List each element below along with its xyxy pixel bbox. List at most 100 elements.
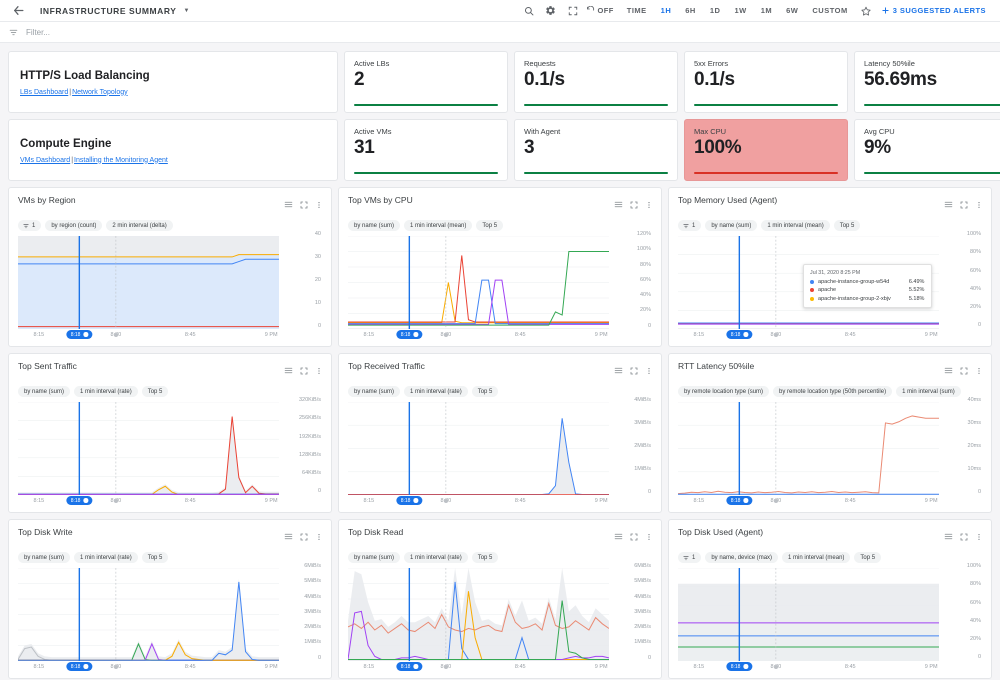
aggregation-chip[interactable]: Top 5 — [854, 552, 882, 563]
time-cursor-handle[interactable] — [743, 332, 748, 337]
legend-list-icon[interactable] — [614, 528, 623, 546]
time-cursor-handle[interactable] — [83, 498, 88, 503]
plot-canvas[interactable] — [18, 236, 279, 329]
plot-area[interactable]: 4MiB/s3MiB/s2MiB/s1MiB/s08:158:308:459 P… — [348, 397, 653, 508]
legend-list-icon[interactable] — [284, 362, 293, 380]
aggregation-chip[interactable]: 1 min interval (mean) — [782, 552, 851, 563]
legend-list-icon[interactable] — [944, 528, 953, 546]
aggregation-chip[interactable]: Top 5 — [141, 386, 169, 397]
plot-area[interactable]: 100%80%60%40%20%08:158:308:459 PM8:18Jul… — [678, 231, 983, 342]
time-cursor-pill[interactable]: 8:18 — [66, 330, 92, 339]
plot-canvas[interactable] — [348, 402, 609, 495]
aggregation-chip[interactable]: 1 min interval (rate) — [74, 386, 138, 397]
aggregation-chip[interactable]: by name (sum) — [18, 552, 71, 563]
plot-canvas[interactable] — [18, 402, 279, 495]
time-cursor-pill[interactable]: 8:18 — [66, 662, 92, 671]
expand-icon[interactable] — [960, 196, 968, 214]
more-vert-icon[interactable] — [975, 196, 983, 214]
plot-canvas[interactable] — [678, 402, 939, 495]
event-marker-dot[interactable] — [443, 499, 448, 503]
aggregation-chip[interactable]: by name, device (max) — [705, 552, 779, 563]
aggregation-chip[interactable]: by name (sum) — [348, 552, 401, 563]
event-marker-dot[interactable] — [443, 333, 448, 337]
expand-icon[interactable] — [960, 362, 968, 380]
scorecard-with-agent[interactable]: With Agent 3 — [514, 119, 678, 181]
more-vert-icon[interactable] — [315, 196, 323, 214]
scorecard-max-cpu[interactable]: Max CPU 100% — [684, 119, 848, 181]
event-marker-dot[interactable] — [113, 333, 118, 337]
plot-area[interactable]: 100%80%60%40%20%08:158:308:459 PM8:18 — [678, 563, 983, 674]
plot-area[interactable]: 40ms30ms20ms10ms08:158:308:459 PM8:18 — [678, 397, 983, 508]
time-cursor-handle[interactable] — [413, 498, 418, 503]
scorecard-active-vms[interactable]: Active VMs 31 — [344, 119, 508, 181]
aggregation-chip[interactable]: Top 5 — [471, 552, 499, 563]
legend-list-icon[interactable] — [284, 196, 293, 214]
plot-area[interactable]: 320KiB/s 256KiB/s 192KiB/s 128KiB/s 64KiB/s 0… — [18, 397, 323, 508]
back-arrow-icon[interactable] — [8, 1, 28, 21]
aggregation-chip[interactable]: by name (sum) — [18, 386, 71, 397]
time-cursor-pill[interactable]: 8:18 — [396, 662, 422, 671]
expand-icon[interactable] — [630, 528, 638, 546]
legend-list-icon[interactable] — [944, 362, 953, 380]
range-1h[interactable]: 1H — [654, 6, 679, 15]
aggregation-chip[interactable]: 1 min interval (rate) — [404, 386, 468, 397]
chevron-down-icon[interactable]: ▼ — [183, 8, 189, 14]
time-cursor-handle[interactable] — [743, 664, 748, 669]
aggregation-chip[interactable]: Top 5 — [833, 220, 861, 231]
gear-icon[interactable] — [540, 1, 562, 21]
aggregation-chip[interactable]: by name (sum) — [348, 220, 401, 231]
aggregation-chip[interactable]: by remote location type (50th percentile… — [773, 386, 893, 397]
expand-icon[interactable] — [300, 528, 308, 546]
event-marker-dot[interactable] — [773, 665, 778, 669]
expand-icon[interactable] — [300, 362, 308, 380]
suggested-alerts-button[interactable]: 3 SUGGESTED ALERTS — [877, 6, 990, 15]
aggregation-chip[interactable]: 1 min interval (rate) — [404, 552, 468, 563]
time-cursor-handle[interactable] — [413, 332, 418, 337]
expand-icon[interactable] — [630, 362, 638, 380]
range-custom[interactable]: CUSTOM — [805, 6, 854, 15]
legend-list-icon[interactable] — [944, 196, 953, 214]
range-6h[interactable]: 6H — [678, 6, 703, 15]
time-cursor-handle[interactable] — [743, 498, 748, 503]
filter-chip[interactable]: 1 — [678, 220, 702, 231]
time-cursor-handle[interactable] — [83, 664, 88, 669]
search-icon[interactable] — [518, 1, 540, 21]
time-cursor-handle[interactable] — [83, 332, 88, 337]
range-1d[interactable]: 1D — [703, 6, 728, 15]
more-vert-icon[interactable] — [315, 362, 323, 380]
aggregation-chip[interactable]: by region (count) — [45, 220, 103, 231]
more-vert-icon[interactable] — [645, 362, 653, 380]
aggregation-chip[interactable]: Top 5 — [141, 552, 169, 563]
expand-icon[interactable] — [960, 528, 968, 546]
star-icon[interactable] — [855, 1, 877, 21]
aggregation-chip[interactable]: 1 min interval (rate) — [74, 552, 138, 563]
link-lbs-dashboard[interactable]: LBs Dashboard — [20, 89, 68, 96]
event-marker-dot[interactable] — [113, 499, 118, 503]
time-cursor-pill[interactable]: 8:18 — [396, 330, 422, 339]
more-vert-icon[interactable] — [645, 196, 653, 214]
filter-chip[interactable]: 1 — [678, 552, 702, 563]
filter-input[interactable]: Filter... — [26, 28, 50, 37]
plot-canvas[interactable] — [678, 568, 939, 661]
plot-canvas[interactable] — [18, 568, 279, 661]
more-vert-icon[interactable] — [645, 528, 653, 546]
event-marker-dot[interactable] — [113, 665, 118, 669]
aggregation-chip[interactable]: 1 min interval (mean) — [761, 220, 830, 231]
aggregation-chip[interactable]: by remote location type (sum) — [678, 386, 770, 397]
legend-list-icon[interactable] — [614, 196, 623, 214]
legend-list-icon[interactable] — [284, 528, 293, 546]
time-cursor-handle[interactable] — [413, 664, 418, 669]
more-vert-icon[interactable] — [975, 362, 983, 380]
event-marker-dot[interactable] — [443, 665, 448, 669]
aggregation-chip[interactable]: Top 5 — [471, 386, 499, 397]
scorecard-requests[interactable]: Requests 0.1/s — [514, 51, 678, 113]
time-cursor-pill[interactable]: 8:18 — [66, 496, 92, 505]
fullscreen-icon[interactable] — [562, 1, 584, 21]
more-vert-icon[interactable] — [975, 528, 983, 546]
scorecard-active-lbs[interactable]: Active LBs 2 — [344, 51, 508, 113]
event-marker-dot[interactable] — [773, 333, 778, 337]
link-network-topology[interactable]: Network Topology — [72, 89, 128, 96]
range-1m[interactable]: 1M — [754, 6, 779, 15]
plot-area[interactable]: 6MiB/s 5MiB/s 4MiB/s 3MiB/s 2MiB/s 1MiB/s 0 8:1… — [348, 563, 653, 674]
legend-list-icon[interactable] — [614, 362, 623, 380]
